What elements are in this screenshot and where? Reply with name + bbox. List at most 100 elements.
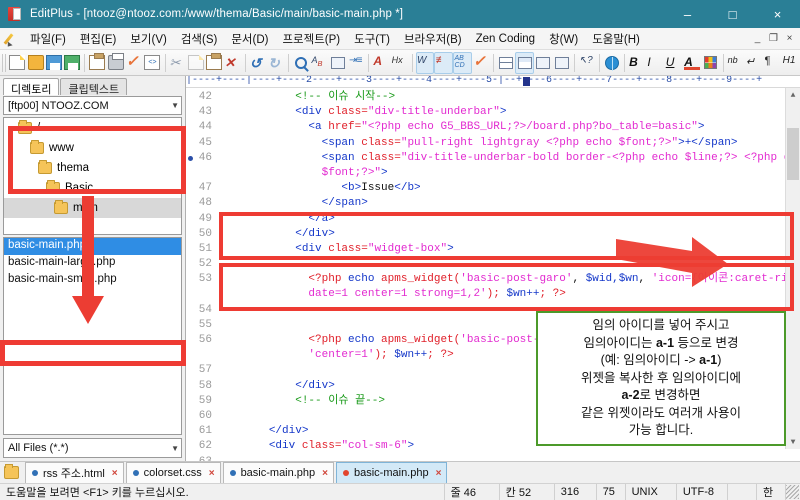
- save-all-icon[interactable]: [63, 52, 81, 74]
- file-list-item[interactable]: basic-main-large.php: [4, 255, 181, 272]
- code-line[interactable]: <div class="div-title-underbar">: [216, 105, 785, 120]
- tab-directory[interactable]: 디렉토리: [3, 78, 60, 96]
- file-list-item[interactable]: basic-main-small.php: [4, 272, 181, 289]
- goto-line-icon[interactable]: ⇥≡: [347, 52, 365, 74]
- doc-tab-rss[interactable]: rss 주소.html ×: [25, 462, 124, 483]
- scroll-down-icon[interactable]: ▼: [786, 435, 800, 449]
- file-list[interactable]: basic-main.php basic-main-large.php basi…: [3, 237, 182, 435]
- menu-file[interactable]: 파일(F): [23, 29, 73, 49]
- find-next-icon[interactable]: [329, 52, 347, 74]
- tree-item-thema[interactable]: thema: [4, 158, 181, 178]
- font-icon[interactable]: A: [372, 52, 390, 74]
- table-icon[interactable]: [515, 51, 535, 74]
- ftp-connection-select[interactable]: [ftp00] NTOOZ.COM ▼: [3, 96, 182, 115]
- menu-tools[interactable]: 도구(T): [347, 29, 397, 49]
- code-line[interactable]: </a>: [216, 212, 785, 227]
- code-line[interactable]: <span class="div-title-underbar-bold bor…: [216, 151, 785, 166]
- find-icon[interactable]: [292, 52, 310, 74]
- menu-browser[interactable]: 브라우저(B): [397, 29, 469, 49]
- nbsp-icon[interactable]: nb: [726, 52, 744, 74]
- mdi-restore-button[interactable]: ❐: [766, 31, 781, 46]
- undo-icon[interactable]: ↺: [249, 52, 267, 74]
- font-color-icon[interactable]: A: [683, 52, 701, 74]
- close-icon[interactable]: ×: [436, 468, 442, 479]
- redo-icon[interactable]: ↻: [267, 52, 285, 74]
- delete-icon[interactable]: ✕: [223, 52, 241, 74]
- hex-icon[interactable]: Hx: [391, 52, 409, 74]
- minimize-button[interactable]: –: [665, 0, 710, 28]
- code-line[interactable]: date=1 center=1 strong=1,2'); $wn++; ?>: [216, 287, 785, 302]
- menu-view[interactable]: 보기(V): [123, 29, 174, 49]
- doc-tab-basic-main-1[interactable]: basic-main.php ×: [222, 462, 334, 483]
- tree-item-main[interactable]: main: [4, 198, 181, 218]
- line-break-icon[interactable]: ↵: [745, 52, 763, 74]
- browser-icon[interactable]: [603, 52, 621, 74]
- menu-project[interactable]: 프로젝트(P): [275, 29, 347, 49]
- browser-window-icon[interactable]: [552, 52, 570, 74]
- spellcheck-icon[interactable]: ✓: [125, 52, 143, 74]
- underline-icon[interactable]: U: [665, 52, 683, 74]
- tree-item-basic[interactable]: Basic: [4, 178, 181, 198]
- preview-icon[interactable]: [534, 52, 552, 74]
- html-toolbar-icon[interactable]: [497, 52, 515, 74]
- close-icon[interactable]: ×: [322, 468, 328, 479]
- mdi-close-button[interactable]: ×: [782, 31, 797, 46]
- paste-icon[interactable]: [205, 52, 223, 74]
- code-line[interactable]: [216, 257, 785, 272]
- toolbar-grip[interactable]: [2, 53, 6, 72]
- close-icon[interactable]: ×: [209, 468, 215, 479]
- code-line[interactable]: <b>Issue</b>: [216, 181, 785, 196]
- save-icon[interactable]: [45, 52, 63, 74]
- code-line[interactable]: <a href="<?php echo G5_BBS_URL;?>/board.…: [216, 120, 785, 135]
- close-button[interactable]: ×: [755, 0, 800, 28]
- tab-cliptext[interactable]: 클립텍스트: [60, 78, 128, 96]
- code-line[interactable]: $font;?>">: [216, 166, 785, 181]
- menu-document[interactable]: 문서(D): [224, 29, 275, 49]
- context-help-icon[interactable]: ↖?: [578, 52, 596, 74]
- maximize-button[interactable]: □: [710, 0, 755, 28]
- paragraph-icon[interactable]: ¶: [763, 52, 781, 74]
- menu-window[interactable]: 창(W): [542, 29, 585, 49]
- code-editor[interactable]: |----+----|----+----2----+----3----+----…: [186, 76, 800, 461]
- folder-icon[interactable]: [4, 464, 19, 479]
- doc-tab-colorset[interactable]: colorset.css ×: [125, 462, 221, 483]
- menu-search[interactable]: 검색(S): [174, 29, 225, 49]
- line-numbers-icon[interactable]: ≢: [434, 51, 454, 74]
- column-marker-icon[interactable]: AB CD: [453, 51, 472, 74]
- menu-help[interactable]: 도움말(H): [585, 29, 647, 49]
- view-html-icon[interactable]: [143, 52, 161, 74]
- menu-zen-coding[interactable]: Zen Coding: [469, 31, 542, 47]
- code-line[interactable]: <!-- 이슈 시작-->: [216, 90, 785, 105]
- code-line[interactable]: </div>: [216, 227, 785, 242]
- close-icon[interactable]: ×: [112, 468, 118, 479]
- italic-icon[interactable]: I: [646, 52, 664, 74]
- resize-grip[interactable]: [785, 485, 799, 499]
- word-wrap-icon[interactable]: W: [415, 51, 435, 74]
- tree-item-root[interactable]: /: [4, 118, 181, 138]
- color-picker-icon[interactable]: [701, 52, 719, 74]
- check-icon[interactable]: ✓: [472, 52, 490, 74]
- open-folder-icon[interactable]: [26, 52, 44, 74]
- tree-item-www[interactable]: www: [4, 138, 181, 158]
- scrollbar-thumb[interactable]: [787, 128, 799, 180]
- copy-icon[interactable]: [187, 52, 205, 74]
- vertical-scrollbar[interactable]: ▲ ▼: [785, 88, 800, 449]
- directory-tree[interactable]: / www thema Basic main: [3, 117, 182, 235]
- cut-icon[interactable]: ✂: [168, 52, 186, 74]
- code-line[interactable]: <span class="pull-right lightgray <?php …: [216, 136, 785, 151]
- mdi-minimize-button[interactable]: _: [750, 31, 765, 46]
- file-list-item-selected[interactable]: basic-main.php: [4, 238, 181, 255]
- header-icon[interactable]: H1: [781, 52, 799, 74]
- code-line[interactable]: <?php echo apms_widget('basic-post-garo'…: [216, 272, 785, 287]
- replace-icon[interactable]: AB: [310, 52, 328, 74]
- file-filter-select[interactable]: All Files (*.*) ▼: [3, 438, 182, 458]
- bold-icon[interactable]: B: [628, 52, 646, 74]
- doc-tab-basic-main-2-active[interactable]: basic-main.php ×: [336, 462, 448, 483]
- code-line[interactable]: <div class="widget-box">: [216, 242, 785, 257]
- print-preview-icon[interactable]: [88, 52, 106, 74]
- print-icon[interactable]: [107, 52, 125, 74]
- code-line[interactable]: </span>: [216, 196, 785, 211]
- new-file-icon[interactable]: [8, 52, 26, 74]
- scroll-up-icon[interactable]: ▲: [786, 88, 800, 102]
- menu-edit[interactable]: 편집(E): [73, 29, 124, 49]
